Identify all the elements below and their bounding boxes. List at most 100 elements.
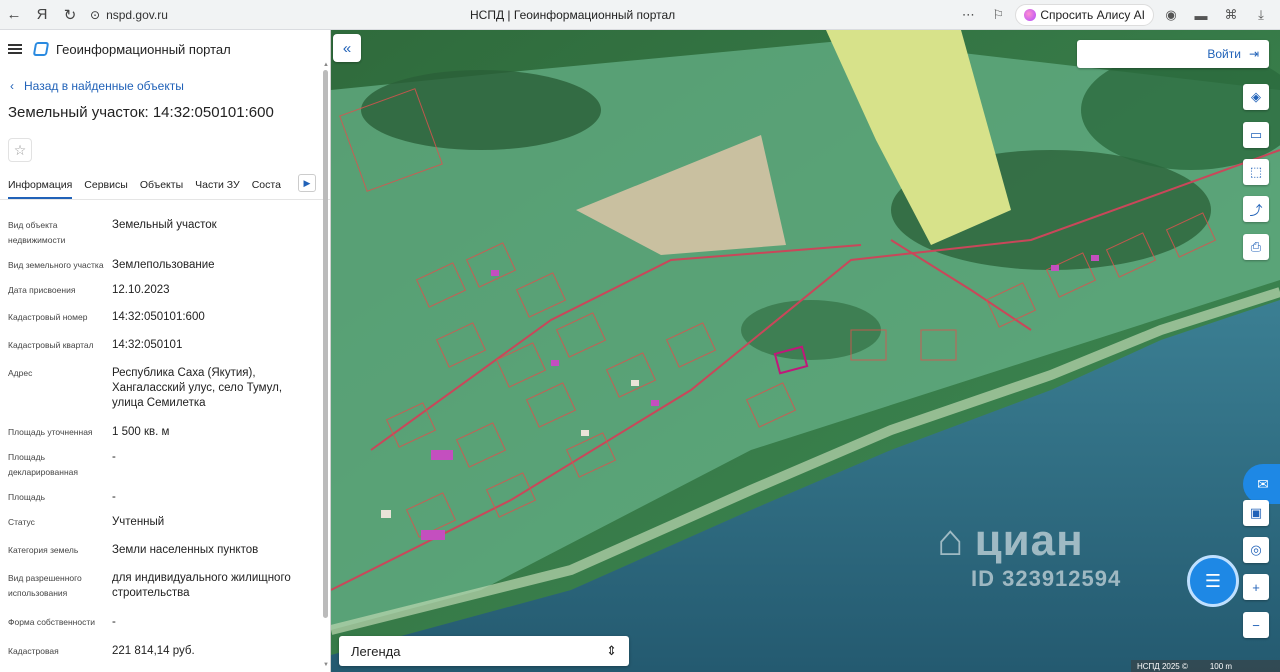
attribute-list: Вид объекта недвижимости Земельный участ… [0, 218, 330, 659]
share-icon[interactable]: ⤴ [1243, 196, 1269, 222]
attr-row: Адрес Республика Саха (Якутия), Хангалас… [8, 366, 330, 411]
address-bar[interactable]: ⊙ nspd.gov.ru [90, 4, 470, 26]
attr-label: Вид земельного участка [8, 260, 104, 270]
nspd-logo-icon [32, 42, 50, 56]
attr-label: Дата присвоения [8, 285, 76, 295]
chevron-right-icon[interactable]: ▶ [298, 174, 316, 192]
feedback-icon[interactable]: ✉ [1243, 464, 1280, 504]
collapse-panel-button[interactable]: « [333, 34, 361, 62]
bookmark-icon[interactable]: ⚐ [985, 0, 1011, 30]
attr-row: Форма собственности - [8, 615, 330, 630]
select-area-icon[interactable]: ⬚ [1243, 159, 1269, 185]
attr-value: - [112, 491, 116, 503]
zoom-in-button[interactable]: + [1243, 574, 1269, 600]
attr-label: Статус [8, 517, 35, 527]
yandex-logo-icon[interactable]: Я [28, 0, 56, 30]
my-location-icon[interactable]: ◎ [1243, 537, 1269, 563]
satellite-imagery [331, 30, 1280, 672]
attr-row: Кадастровый номер 14:32:050101:600 [8, 310, 330, 325]
tab-objects[interactable]: Объекты [140, 179, 183, 199]
login-icon: ⇥ [1248, 47, 1259, 61]
attr-label: Категория земель [8, 545, 79, 555]
cian-logo-icon: ⌂ [937, 516, 965, 565]
tab-services[interactable]: Сервисы [84, 179, 128, 199]
extension-icon[interactable]: ◉ [1158, 0, 1184, 30]
picture-in-picture-icon[interactable]: ▣ [1243, 500, 1269, 526]
watermark-id: ID 323912594 [971, 566, 1122, 591]
portal-logo[interactable]: Геоинформационный портал [32, 41, 231, 57]
login-button[interactable]: Войти ⇥ [1077, 40, 1269, 68]
attr-row: Площадь декларированная - [8, 450, 330, 480]
attr-label: Форма собственности [8, 617, 95, 627]
attr-value: Земельный участок [112, 219, 217, 231]
tab-parts[interactable]: Части ЗУ [195, 179, 240, 199]
back-to-results-link[interactable]: ‹ Назад в найденные объекты [0, 76, 330, 96]
attr-value: - [112, 451, 116, 463]
attr-label: Кадастровая [8, 646, 59, 656]
attr-value: 14:32:050101:600 [112, 311, 205, 323]
ask-alice-button[interactable]: Спросить Алису AI [1015, 4, 1154, 26]
panel-header: Геоинформационный портал [0, 30, 330, 68]
legend-dropdown[interactable]: Легенда ⇕ [339, 636, 629, 666]
layers-icon[interactable]: ◈ [1243, 84, 1269, 110]
browser-toolbar: ← Я ↻ ⊙ nspd.gov.ru НСПД | Геоинформацио… [0, 0, 1280, 30]
object-info-panel: Геоинформационный портал ‹ Назад в найде… [0, 30, 331, 672]
attr-label: Площадь [8, 492, 46, 502]
back-arrow-icon[interactable]: ← [0, 0, 28, 30]
attr-label: Площадь декларированная [8, 452, 78, 477]
map-attribution: НСПД 2025 © 100 m [1131, 660, 1280, 672]
menu-icon[interactable] [8, 44, 22, 54]
attr-row: Площадь уточненная 1 500 кв. м [8, 425, 330, 440]
download-icon[interactable]: ⤓ [1248, 0, 1274, 30]
attr-row: Площадь - [8, 490, 330, 505]
attr-value: 1 500 кв. м [112, 426, 170, 438]
attr-label: Кадастровый номер [8, 312, 88, 322]
tab-composition[interactable]: Соста [252, 179, 281, 199]
ask-alice-label: Спросить Алису AI [1040, 8, 1145, 22]
object-title: Земельный участок: 14:32:050101:600 [8, 104, 274, 121]
favorite-star-icon[interactable]: ☆ [8, 138, 32, 162]
attr-value: Республика Саха (Якутия), Хангаласский у… [112, 367, 283, 409]
scroll-up-arrow[interactable]: ▲ [323, 62, 329, 68]
attr-row: Вид разрешенного использования для индив… [8, 571, 330, 601]
attr-value: 221 814,14 руб. [112, 645, 195, 657]
scale-bar: 100 m [1209, 661, 1233, 671]
info-tabs: Информация Сервисы Объекты Части ЗУ Сост… [0, 172, 330, 200]
legend-label: Легенда [351, 643, 401, 659]
attr-label: Вид объекта недвижимости [8, 220, 66, 245]
attr-value: 12.10.2023 [112, 284, 170, 296]
attr-label: Площадь уточненная [8, 427, 93, 437]
chevron-left-icon: ‹ [10, 79, 14, 93]
attr-row: Вид земельного участка Землепользование [8, 258, 330, 273]
attr-value: Земли населенных пунктов [112, 544, 259, 556]
attr-row: Дата присвоения 12.10.2023 [8, 283, 330, 298]
page-tab-title: НСПД | Геоинформационный портал [470, 8, 676, 22]
watermark-brand: циан [974, 516, 1084, 565]
extension-icon-2[interactable]: ▬ [1188, 0, 1214, 30]
url-text: nspd.gov.ru [106, 7, 168, 22]
attr-value: для индивидуального жилищного строительс… [112, 572, 291, 599]
scroll-down-arrow[interactable]: ▼ [323, 662, 329, 668]
alice-icon [1024, 9, 1037, 21]
print-icon[interactable]: ⎙ [1243, 234, 1269, 260]
pin-icon[interactable]: ⌘ [1218, 0, 1244, 30]
ruler-icon[interactable]: ▭ [1243, 122, 1269, 148]
more-icon[interactable]: ⋯ [955, 0, 981, 30]
map-view[interactable]: « Войти ⇥ ◈ ▭ ⬚ ⤴ ⎙ ✉ ▣ ◎ + − ☰ ⌂ циан I… [331, 30, 1280, 672]
attr-row: Кадастровая 221 814,14 руб. [8, 644, 330, 659]
reload-icon[interactable]: ↻ [56, 0, 84, 30]
chat-icon[interactable]: ☰ [1187, 555, 1239, 607]
login-label: Войти [1207, 47, 1241, 61]
attribution-text: НСПД 2025 © [1137, 661, 1188, 671]
zoom-out-button[interactable]: − [1243, 612, 1269, 638]
panel-scrollbar[interactable] [323, 70, 328, 618]
tab-information[interactable]: Информация [8, 179, 73, 199]
attr-value: Землепользование [112, 259, 215, 271]
attr-row: Статус Учтенный [8, 515, 330, 530]
site-info-icon[interactable]: ⊙ [90, 8, 100, 22]
attr-label: Вид разрешенного использования [8, 573, 82, 598]
cian-watermark: ⌂ циан ID 323912594 [937, 516, 1121, 592]
attr-row: Вид объекта недвижимости Земельный участ… [8, 218, 330, 248]
portal-title: Геоинформационный портал [56, 41, 231, 57]
attr-row: Категория земель Земли населенных пункто… [8, 543, 330, 558]
